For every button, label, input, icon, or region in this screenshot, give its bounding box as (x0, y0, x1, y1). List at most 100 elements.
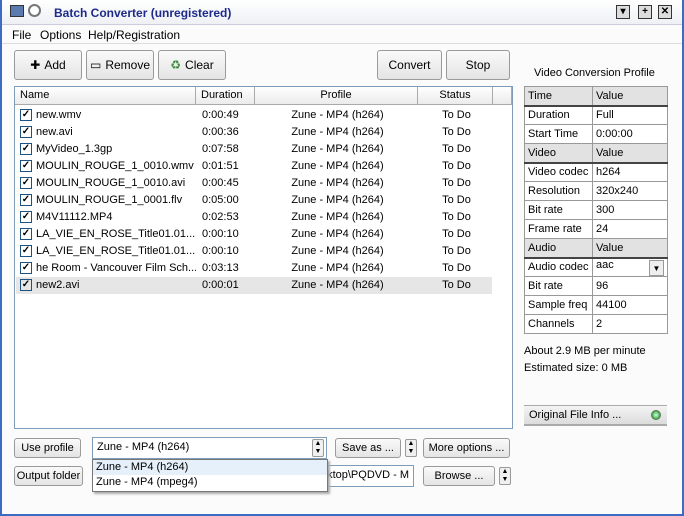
property-section-header: Audio Value (524, 238, 668, 259)
title-bar: Batch Converter (unregistered) ▾ + ✕ (2, 0, 682, 25)
property-row: Duration Full (524, 105, 668, 125)
cell-profile: Zune - MP4 (h264) (291, 228, 384, 240)
dropdown-option[interactable]: Zune - MP4 (h264) (93, 460, 327, 475)
row-checkbox[interactable]: ✓ (20, 160, 32, 172)
browse-button[interactable]: Browse ... (423, 466, 495, 486)
table-row[interactable]: ✓ new2.avi 0:00:01 Zune - MP4 (h264) To … (16, 277, 492, 294)
profile-select[interactable]: Zune - MP4 (h264) (92, 437, 327, 459)
cell-profile: Zune - MP4 (h264) (291, 279, 384, 291)
property-section-header: Time Value (524, 86, 668, 107)
property-name: Frame rate (524, 219, 593, 239)
property-row: Start Time 0:00:00 (524, 124, 668, 144)
row-checkbox[interactable]: ✓ (20, 126, 32, 138)
row-checkbox[interactable]: ✓ (20, 143, 32, 155)
row-checkbox[interactable]: ✓ (20, 211, 32, 223)
save-as-spinner[interactable]: ▲ ▼ (405, 439, 417, 457)
property-row: Sample freq 44100 (524, 295, 668, 315)
property-value[interactable]: aac ▼ (592, 257, 668, 277)
table-row[interactable]: ✓ MOULIN_ROUGE_1_0010.wmv 0:01:51 Zune -… (16, 158, 492, 175)
row-checkbox[interactable]: ✓ (20, 228, 32, 240)
use-profile-button[interactable]: Use profile (14, 438, 81, 458)
cell-profile: Zune - MP4 (h264) (291, 160, 384, 172)
menu-options[interactable]: Options (40, 28, 81, 42)
table-row[interactable]: ✓ MOULIN_ROUGE_1_0010.avi 0:00:45 Zune -… (16, 175, 492, 192)
property-value: 44100 (592, 295, 668, 315)
property-name: Video (524, 143, 593, 164)
column-header-status[interactable]: Status (418, 87, 493, 105)
file-list[interactable]: Name Duration Profile Status ✓ new.wmv 0… (14, 86, 513, 429)
add-button[interactable]: ✚ Add (14, 50, 82, 80)
row-checkbox[interactable]: ✓ (20, 177, 32, 189)
table-row[interactable]: ✓ M4V11112.MP4 0:02:53 Zune - MP4 (h264)… (16, 209, 492, 226)
table-row[interactable]: ✓ new.avi 0:00:36 Zune - MP4 (h264) To D… (16, 124, 492, 141)
cell-status: To Do (442, 279, 471, 291)
cell-profile: Zune - MP4 (h264) (291, 126, 384, 138)
table-row[interactable]: ✓ MyVideo_1.3gp 0:07:58 Zune - MP4 (h264… (16, 141, 492, 158)
cell-name: LA_VIE_EN_ROSE_Title01.01.... (36, 245, 196, 257)
cell-profile: Zune - MP4 (h264) (291, 109, 384, 121)
maximize-button[interactable]: + (638, 5, 652, 19)
cell-profile: Zune - MP4 (h264) (291, 194, 384, 206)
column-header-duration[interactable]: Duration (196, 87, 255, 105)
property-name: Bit rate (524, 276, 593, 296)
cell-duration: 0:00:36 (202, 126, 239, 138)
cell-duration: 0:00:49 (202, 109, 239, 121)
table-row[interactable]: ✓ LA_VIE_EN_ROSE_Title01.01.... 0:00:10 … (16, 243, 492, 260)
table-row[interactable]: ✓ LA_VIE_EN_ROSE_Title01.01.... 0:00:10 … (16, 226, 492, 243)
app-circle-icon (28, 4, 41, 17)
property-value: Value (592, 238, 668, 259)
recycle-bin-icon: ♻ (170, 58, 182, 72)
convert-button[interactable]: Convert (377, 50, 442, 80)
property-value: 24 (592, 219, 668, 239)
browse-spinner[interactable]: ▲ ▼ (499, 467, 511, 485)
cell-duration: 0:00:10 (202, 245, 239, 257)
row-checkbox[interactable]: ✓ (20, 279, 32, 291)
profile-select-arrows-icon[interactable]: ▲ ▼ (312, 439, 324, 457)
more-options-button[interactable]: More options ... (423, 438, 510, 458)
row-checkbox[interactable]: ✓ (20, 194, 32, 206)
property-name: Sample freq (524, 295, 593, 315)
property-value: Value (592, 86, 668, 107)
audio-codec-dropdown-icon[interactable]: ▼ (649, 259, 664, 276)
table-row[interactable]: ✓ he Room - Vancouver Film Sch... 0:03:1… (16, 260, 492, 277)
cell-name: MyVideo_1.3gp (36, 143, 113, 155)
app-icon (10, 5, 24, 17)
property-row: Resolution 320x240 (524, 181, 668, 201)
property-name: Time (524, 86, 593, 107)
close-button[interactable]: ✕ (658, 5, 672, 19)
column-header-profile[interactable]: Profile (255, 87, 418, 105)
cell-name: MOULIN_ROUGE_1_0010.avi (36, 177, 186, 189)
property-name: Video codec (524, 162, 593, 182)
row-checkbox[interactable]: ✓ (20, 109, 32, 121)
main-window: Batch Converter (unregistered) ▾ + ✕ Fil… (0, 0, 684, 516)
output-folder-button[interactable]: Output folder (14, 466, 83, 486)
property-name: Channels (524, 314, 593, 334)
status-led-icon (651, 410, 661, 420)
row-checkbox[interactable]: ✓ (20, 262, 32, 274)
cell-duration: 0:01:51 (202, 160, 239, 172)
menu-file[interactable]: File (12, 28, 31, 42)
column-header-name[interactable]: Name (15, 87, 196, 105)
cell-name: M4V11112.MP4 (36, 211, 113, 223)
cell-name: MOULIN_ROUGE_1_0010.wmv (36, 160, 194, 172)
stop-button[interactable]: Stop (446, 50, 510, 80)
profile-panel-title: Video Conversion Profile (534, 67, 655, 79)
save-as-button[interactable]: Save as ... (335, 438, 401, 458)
minimize-button[interactable]: ▾ (616, 5, 630, 19)
cell-profile: Zune - MP4 (h264) (291, 245, 384, 257)
cell-name: he Room - Vancouver Film Sch... (36, 262, 196, 274)
clear-button[interactable]: ♻ Clear (158, 50, 226, 80)
cell-name: new2.avi (36, 279, 80, 291)
original-file-info-button[interactable]: Original File Info ... (524, 405, 667, 426)
table-row[interactable]: ✓ MOULIN_ROUGE_1_0001.flv 0:05:00 Zune -… (16, 192, 492, 209)
menu-help[interactable]: Help/Registration (88, 28, 180, 42)
profile-dropdown-list[interactable]: Zune - MP4 (h264) Zune - MP4 (mpeg4) (92, 459, 328, 492)
cell-duration: 0:05:00 (202, 194, 239, 206)
per-minute-info: About 2.9 MB per minute (524, 345, 646, 357)
row-checkbox[interactable]: ✓ (20, 245, 32, 257)
table-row[interactable]: ✓ new.wmv 0:00:49 Zune - MP4 (h264) To D… (16, 107, 492, 124)
dropdown-option[interactable]: Zune - MP4 (mpeg4) (93, 475, 327, 490)
cell-status: To Do (442, 109, 471, 121)
menu-bar: File Options Help/Registration (2, 26, 682, 44)
remove-button[interactable]: ▭ Remove (86, 50, 154, 80)
